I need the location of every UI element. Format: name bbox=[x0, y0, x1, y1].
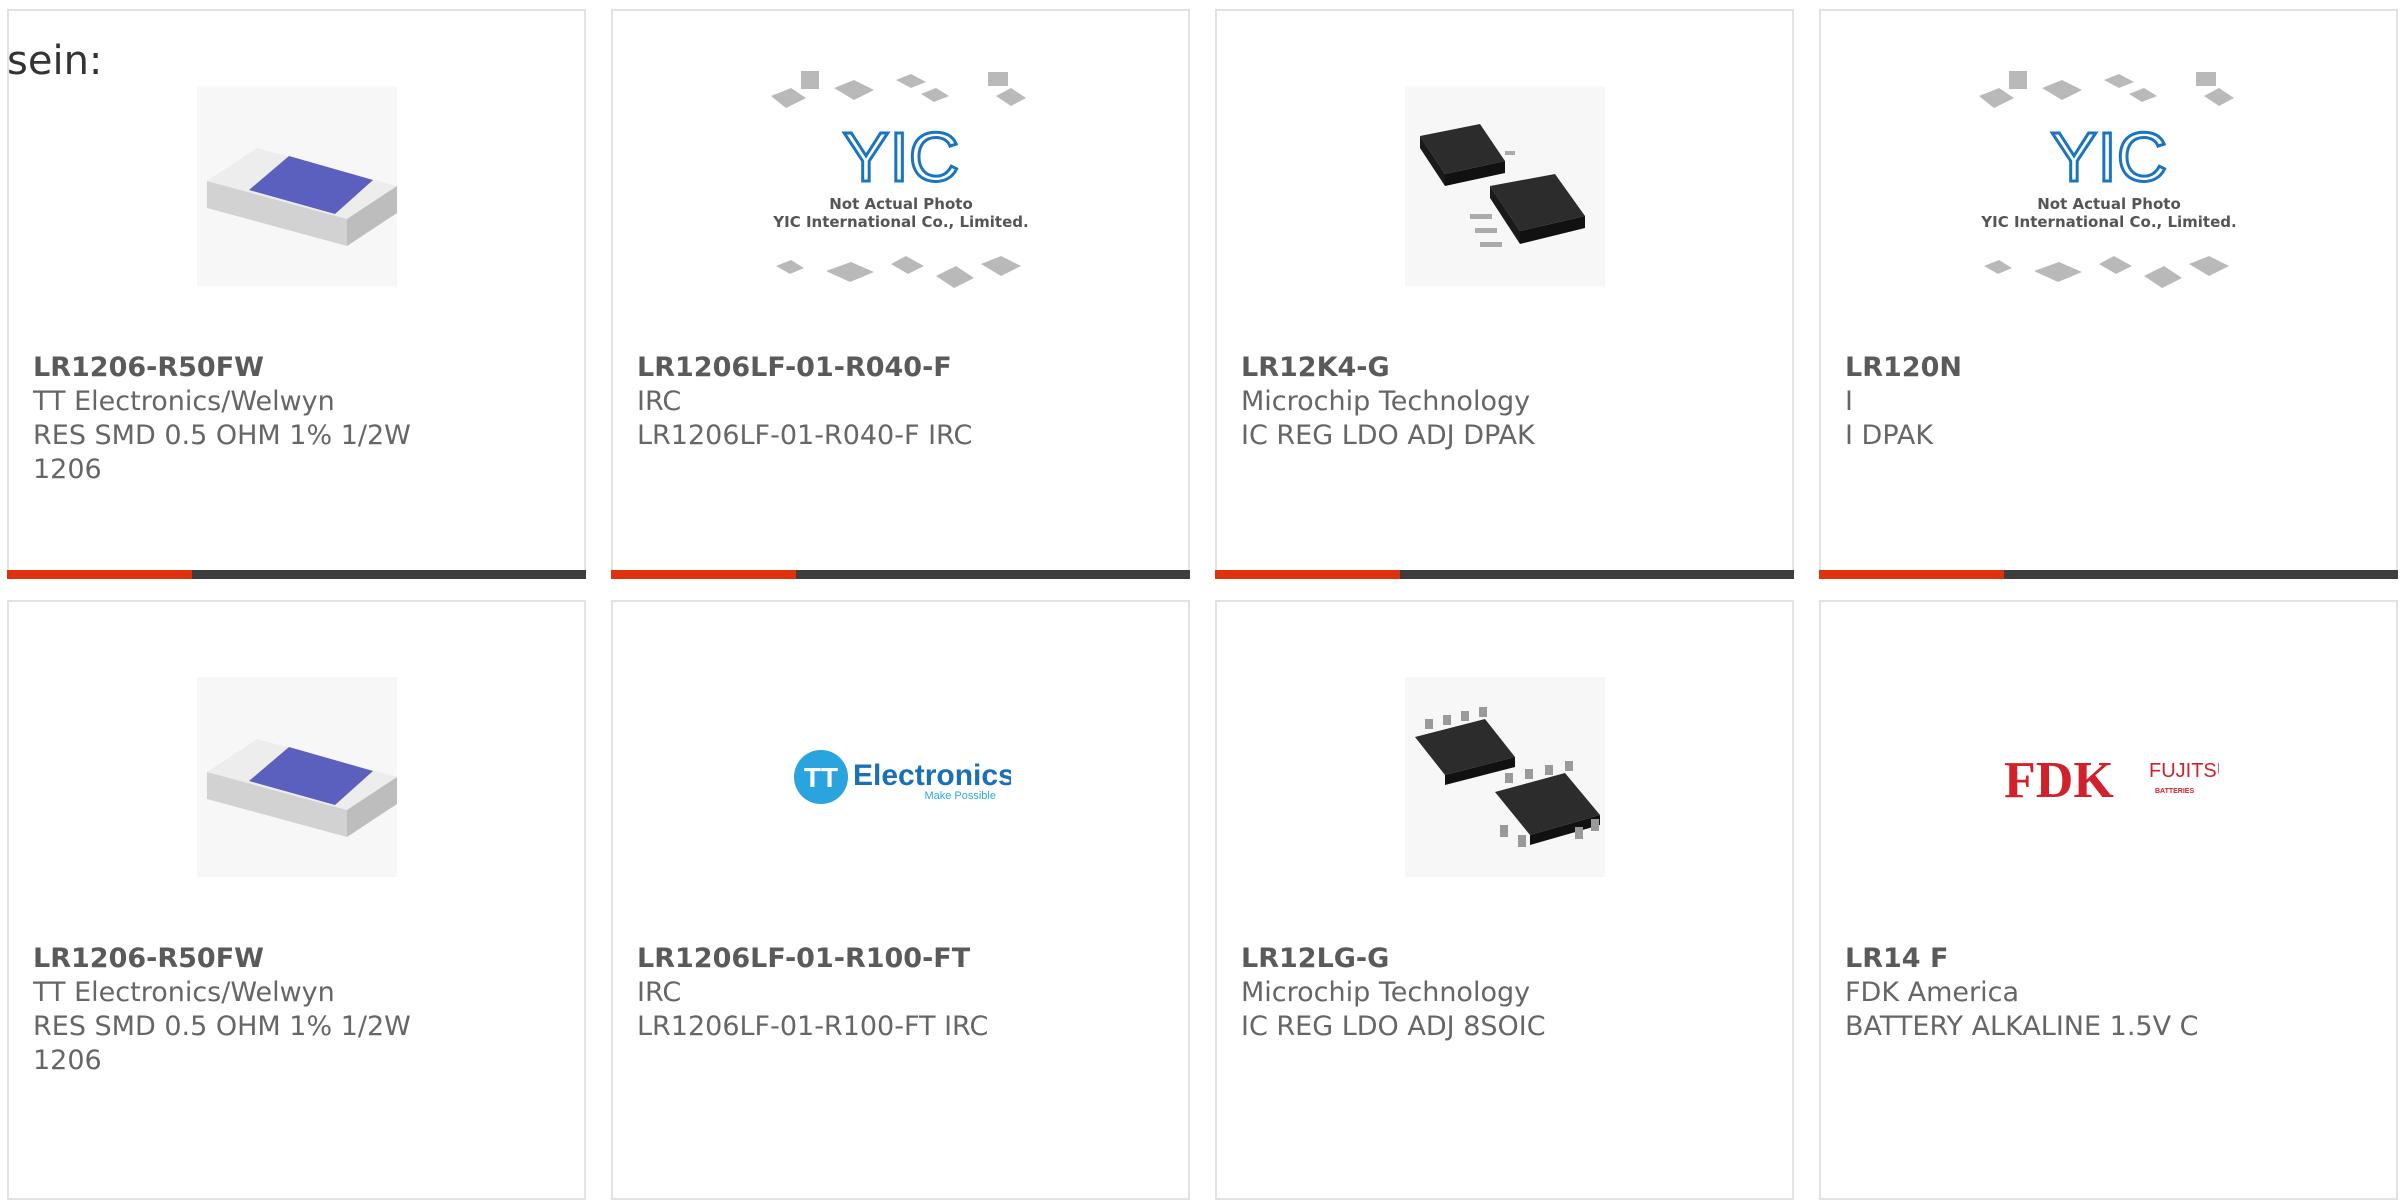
manufacturer: IRC bbox=[637, 386, 682, 417]
description: LR1206LF-01-R040-F IRC bbox=[637, 420, 973, 451]
svg-text:Electronics: Electronics bbox=[853, 759, 1011, 792]
part-number[interactable]: LR12LG-G bbox=[1241, 942, 1772, 976]
yic-logo-text: YIC bbox=[842, 118, 959, 196]
product-card[interactable]: FDK FUJITSU BATTERIES LR14 F FDK America… bbox=[1819, 600, 2398, 1200]
description: 1206 bbox=[33, 454, 102, 485]
svg-text:FDK: FDK bbox=[2004, 752, 2114, 809]
description: RES SMD 0.5 OHM 1% 1/2W bbox=[33, 420, 411, 451]
svg-text:YIC International Co., Limited: YIC International Co., Limited. bbox=[1980, 213, 2236, 231]
product-card[interactable]: LR1206-R50FW TT Electronics/Welwyn RES S… bbox=[7, 9, 586, 579]
description: BATTERY ALKALINE 1.5V C bbox=[1845, 1011, 2199, 1042]
manufacturer: Microchip Technology bbox=[1241, 977, 1531, 1008]
part-number[interactable]: LR120N bbox=[1845, 351, 2376, 385]
part-number[interactable]: LR14 F bbox=[1845, 942, 2376, 976]
svg-text:TT: TT bbox=[803, 762, 837, 793]
smd-resistor-image bbox=[162, 672, 432, 882]
part-number[interactable]: LR1206LF-01-R100-FT bbox=[637, 942, 1168, 976]
fdk-fujitsu-logo: FDK FUJITSU BATTERIES bbox=[1974, 672, 2244, 882]
description: RES SMD 0.5 OHM 1% 1/2W bbox=[33, 1011, 411, 1042]
yic-logo-text: YIC bbox=[2050, 118, 2167, 196]
manufacturer: TT Electronics/Welwyn bbox=[33, 977, 335, 1008]
svg-text:BATTERIES: BATTERIES bbox=[2155, 788, 2194, 795]
smd-resistor-image bbox=[162, 81, 432, 291]
svg-text:Not Actual Photo: Not Actual Photo bbox=[829, 195, 973, 213]
dpak-package-image bbox=[1370, 81, 1640, 291]
card-footer-bar bbox=[611, 570, 1190, 579]
product-card[interactable]: LR1206-R50FW TT Electronics/Welwyn RES S… bbox=[7, 600, 586, 1200]
product-card[interactable]: YIC Not Actual Photo YIC International C… bbox=[611, 9, 1190, 579]
description: IC REG LDO ADJ DPAK bbox=[1241, 420, 1535, 451]
description: I DPAK bbox=[1845, 420, 1934, 451]
card-footer-bar bbox=[7, 570, 586, 579]
part-number[interactable]: LR1206-R50FW bbox=[33, 942, 564, 976]
soic8-package-image bbox=[1370, 672, 1640, 882]
svg-text:FUJITSU: FUJITSU bbox=[2149, 760, 2219, 782]
part-number[interactable]: LR1206-R50FW bbox=[33, 351, 564, 385]
manufacturer: I bbox=[1845, 386, 1853, 417]
part-number[interactable]: LR1206LF-01-R040-F bbox=[637, 351, 1168, 385]
manufacturer: Microchip Technology bbox=[1241, 386, 1531, 417]
manufacturer: FDK America bbox=[1845, 977, 2019, 1008]
description: LR1206LF-01-R100-FT IRC bbox=[637, 1011, 989, 1042]
product-card[interactable]: YIC Not Actual Photo YIC International C… bbox=[1819, 9, 2398, 579]
product-card[interactable]: LR12K4-G Microchip Technology IC REG LDO… bbox=[1215, 9, 1794, 579]
card-footer-bar bbox=[1215, 570, 1794, 579]
part-number[interactable]: LR12K4-G bbox=[1241, 351, 1772, 385]
card-footer-bar bbox=[1819, 570, 2398, 579]
manufacturer: IRC bbox=[637, 977, 682, 1008]
section-heading-fragment: sein: bbox=[7, 38, 103, 84]
svg-text:Make Possible: Make Possible bbox=[924, 790, 996, 802]
tt-electronics-logo: TT Electronics Make Possible bbox=[766, 672, 1036, 882]
svg-text:Not Actual Photo: Not Actual Photo bbox=[2037, 195, 2181, 213]
description: IC REG LDO ADJ 8SOIC bbox=[1241, 1011, 1546, 1042]
svg-text:YIC International Co., Limited: YIC International Co., Limited. bbox=[772, 213, 1028, 231]
yic-placeholder-image: YIC Not Actual Photo YIC International C… bbox=[766, 71, 1036, 291]
product-grid: LR1206-R50FW TT Electronics/Welwyn RES S… bbox=[7, 9, 2400, 1200]
description: 1206 bbox=[33, 1045, 102, 1076]
manufacturer: TT Electronics/Welwyn bbox=[33, 386, 335, 417]
product-card[interactable]: LR12LG-G Microchip Technology IC REG LDO… bbox=[1215, 600, 1794, 1200]
yic-placeholder-image: YIC Not Actual Photo YIC International C… bbox=[1974, 71, 2244, 291]
product-card[interactable]: TT Electronics Make Possible LR1206LF-01… bbox=[611, 600, 1190, 1200]
